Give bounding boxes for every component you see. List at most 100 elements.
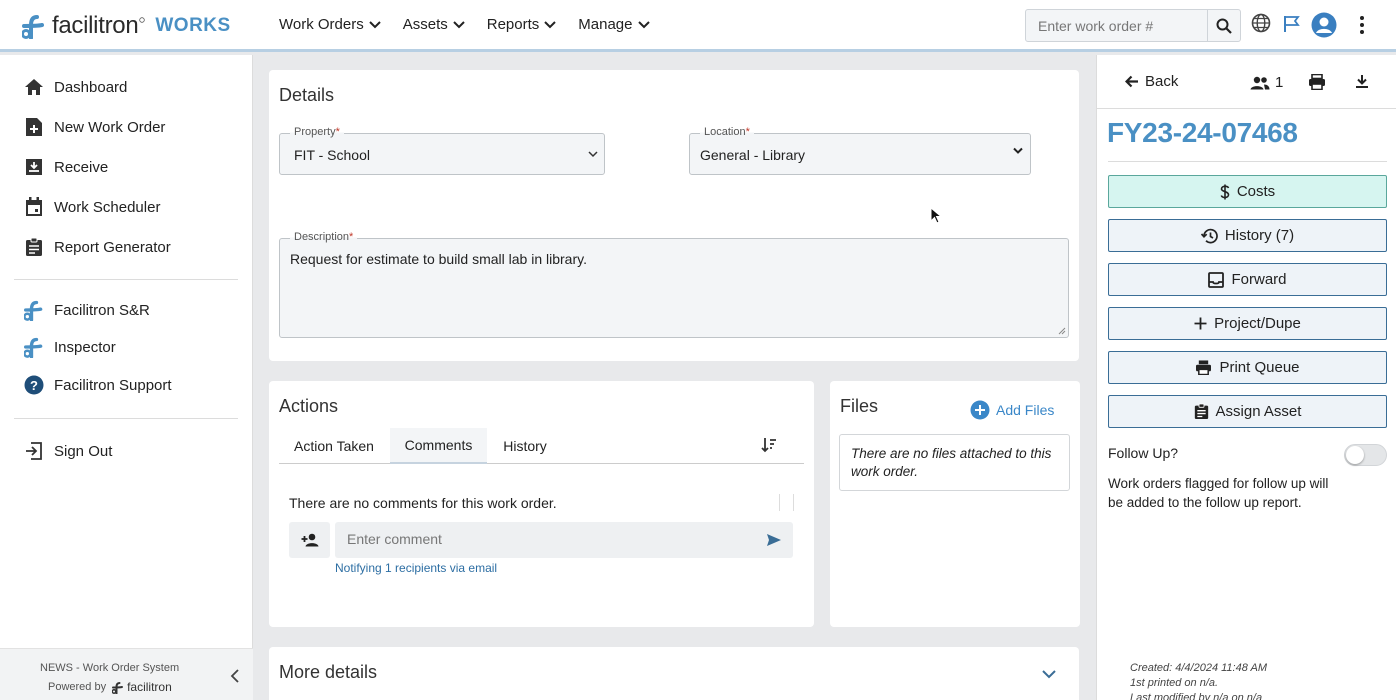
sidebar-item-facilitron-sr[interactable]: Facilitron S&R	[24, 300, 150, 321]
forward-label: Forward	[1231, 271, 1287, 288]
nav-assets[interactable]: Assets	[403, 16, 465, 33]
property-select[interactable]: Property* FIT - School	[279, 126, 605, 175]
tab-action-taken[interactable]: Action Taken	[279, 428, 389, 464]
sidebar-item-work-scheduler[interactable]: Work Scheduler	[24, 197, 160, 217]
tab-comments[interactable]: Comments	[390, 428, 487, 464]
sidebar-item-label: Sign Out	[54, 442, 113, 460]
inbox-icon	[1208, 271, 1225, 288]
divider	[793, 494, 794, 511]
no-files-text: There are no files attached to this work…	[839, 434, 1070, 491]
nav-work-orders[interactable]: Work Orders	[279, 16, 381, 33]
home-icon	[24, 77, 44, 97]
actions-tabs: Action Taken Comments History	[279, 428, 804, 464]
location-select[interactable]: Location* General - Library	[689, 126, 1031, 175]
brand-logo[interactable]: facilitron WORKS	[22, 12, 231, 40]
add-files-button[interactable]: Add Files	[970, 400, 1054, 420]
sidebar-item-inspector[interactable]: Inspector	[24, 337, 116, 358]
chevron-down-icon	[637, 20, 650, 28]
sidebar-item-receive[interactable]: Receive	[24, 157, 108, 177]
sidebar-item-facilitron-support[interactable]: ? Facilitron Support	[24, 375, 172, 395]
registered-mark-icon	[139, 17, 146, 23]
brand-product: WORKS	[155, 15, 231, 36]
printed-info: 1st printed on n/a.	[1130, 677, 1219, 689]
top-bar: facilitron WORKS Work Orders Assets Repo…	[0, 0, 1396, 52]
printer-icon[interactable]	[1308, 74, 1326, 90]
download-icon[interactable]	[1355, 74, 1369, 88]
tab-history[interactable]: History	[489, 428, 561, 464]
flag-icon[interactable]	[1283, 15, 1301, 33]
watchers-button[interactable]: 1	[1250, 74, 1283, 91]
sidebar-item-label: New Work Order	[54, 118, 166, 136]
no-comments-text: There are no comments for this work orde…	[289, 495, 557, 511]
sidebar-item-sign-out[interactable]: Sign Out	[24, 441, 112, 461]
file-plus-icon	[24, 117, 44, 137]
send-icon[interactable]	[766, 533, 782, 547]
sidebar-divider	[14, 279, 238, 280]
project-dupe-button[interactable]: Project/Dupe	[1108, 307, 1387, 340]
follow-up-label: Follow Up?	[1108, 445, 1179, 461]
history-button[interactable]: History (7)	[1108, 219, 1387, 252]
powered-by: Powered by facilitron	[48, 680, 172, 694]
system-name: NEWS - Work Order System	[40, 662, 180, 674]
files-title: Files	[840, 396, 879, 416]
add-recipient-button[interactable]	[289, 522, 330, 558]
history-label: History (7)	[1224, 227, 1295, 244]
nav-label: Assets	[402, 16, 448, 33]
history-icon	[1200, 228, 1218, 243]
sidebar-item-label: Facilitron S&R	[54, 301, 150, 319]
sort-icon[interactable]	[761, 437, 777, 453]
resize-handle-icon[interactable]	[1058, 327, 1066, 335]
chevron-down-icon	[588, 151, 598, 158]
sidebar-item-label: Facilitron Support	[54, 376, 172, 394]
printer-icon	[1196, 360, 1212, 375]
svg-text:?: ?	[30, 378, 38, 393]
sidebar-item-dashboard[interactable]: Dashboard	[24, 77, 127, 97]
globe-icon[interactable]	[1251, 13, 1271, 33]
clipboard-icon	[1194, 403, 1208, 419]
watchers-count: 1	[1275, 74, 1284, 91]
sidebar-divider	[14, 418, 238, 419]
property-value: FIT - School	[294, 147, 370, 163]
facilitron-logo-icon	[24, 337, 44, 358]
more-vertical-icon[interactable]	[1357, 15, 1367, 35]
notify-recipients-link[interactable]: Notifying 1 recipients via email	[335, 561, 497, 575]
facilitron-logo-icon	[24, 300, 44, 321]
work-order-panel: Back 1 FY23-24-07468 Costs History (7) F…	[1096, 55, 1396, 700]
work-order-search-input[interactable]	[1026, 10, 1207, 41]
chevron-down-icon[interactable]	[1042, 670, 1056, 679]
chevron-down-icon	[544, 20, 556, 28]
back-label: Back	[1145, 73, 1179, 90]
clipboard-icon	[24, 237, 44, 257]
comment-input[interactable]	[347, 531, 747, 547]
more-details-card[interactable]	[269, 647, 1079, 700]
sidebar-item-new-work-order[interactable]: New Work Order	[24, 117, 165, 137]
chevron-down-icon	[1013, 147, 1023, 154]
search-button[interactable]	[1207, 10, 1240, 41]
inbox-download-icon	[24, 157, 44, 177]
created-timestamp: Created: 4/4/2024 11:48 AM	[1130, 662, 1267, 674]
assign-asset-button[interactable]: Assign Asset	[1108, 395, 1387, 428]
toggle-knob	[1346, 446, 1364, 464]
follow-up-toggle[interactable]	[1344, 444, 1387, 466]
divider	[779, 494, 780, 511]
costs-button[interactable]: Costs	[1108, 175, 1387, 208]
nav-manage[interactable]: Manage	[578, 16, 650, 33]
collapse-sidebar-icon[interactable]	[230, 669, 240, 683]
forward-button[interactable]: Forward	[1108, 263, 1387, 296]
brand-name: facilitron	[52, 12, 139, 39]
nav-reports[interactable]: Reports	[487, 16, 557, 33]
back-button[interactable]: Back	[1125, 73, 1178, 90]
comment-box	[335, 522, 793, 558]
user-avatar-icon[interactable]	[1311, 12, 1337, 38]
description-textarea[interactable]: Description* Request for estimate to bui…	[279, 231, 1069, 338]
nav-label: Work Orders	[279, 16, 364, 33]
arrow-left-icon	[1125, 75, 1138, 88]
sidebar-item-report-generator[interactable]: Report Generator	[24, 237, 171, 257]
print-queue-button[interactable]: Print Queue	[1108, 351, 1387, 384]
dollar-icon	[1220, 184, 1230, 199]
property-label: Property*	[290, 126, 344, 138]
location-label: Location*	[700, 126, 754, 138]
divider	[1108, 161, 1387, 162]
sidebar-item-label: Report Generator	[54, 238, 171, 256]
chevron-down-icon	[369, 20, 381, 28]
